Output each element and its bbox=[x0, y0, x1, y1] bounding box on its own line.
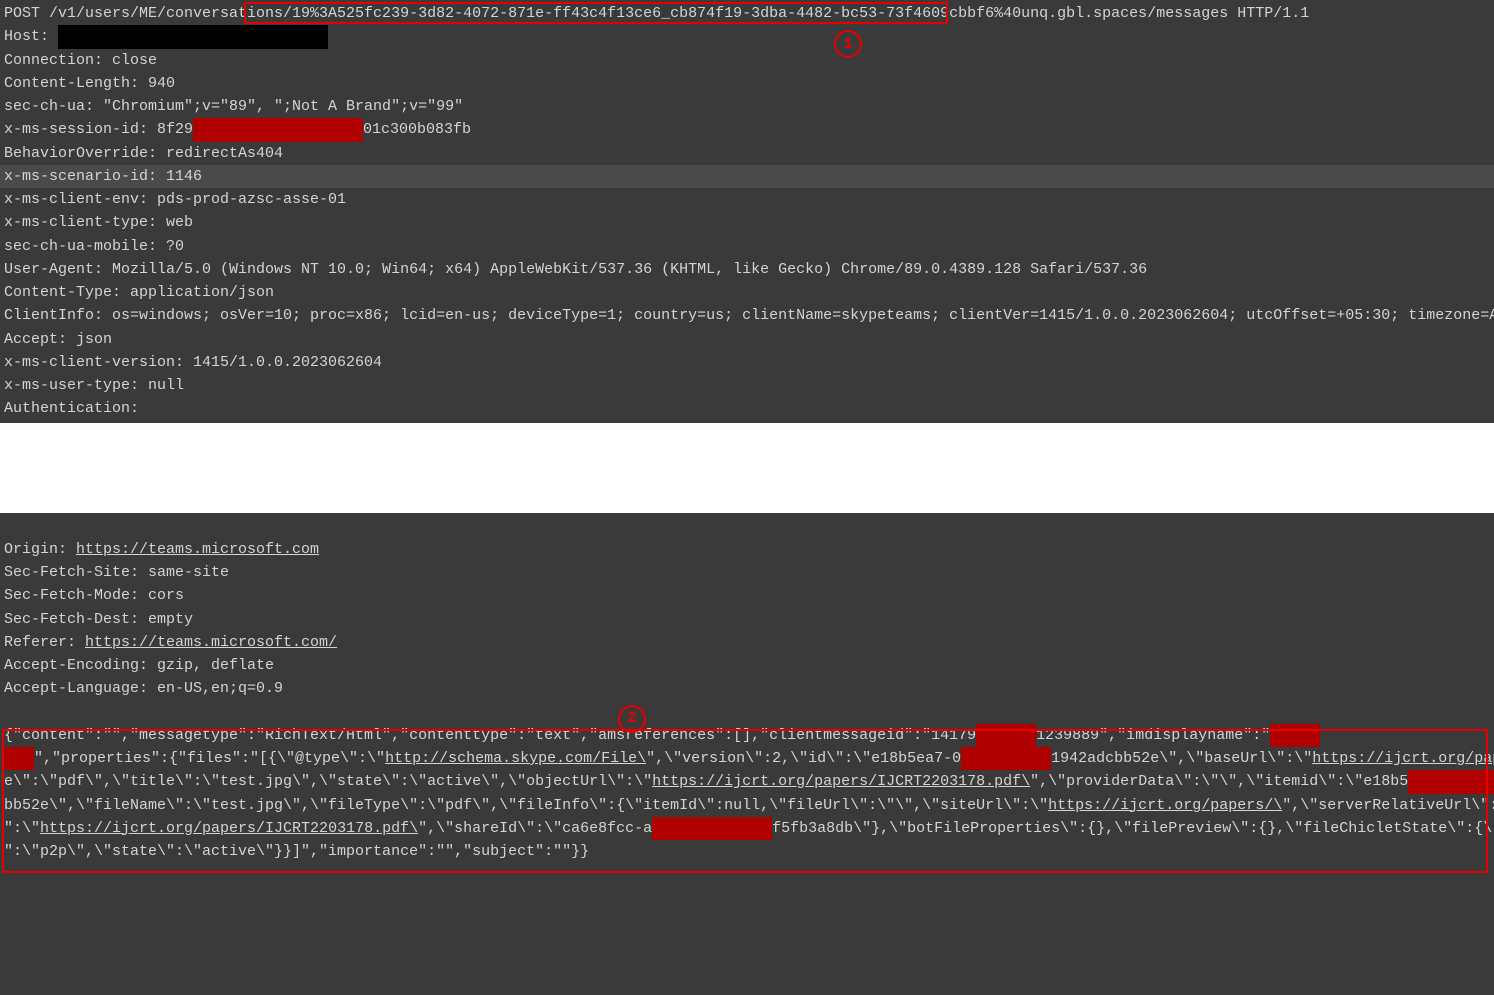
blank-line bbox=[0, 701, 1494, 724]
header-sec-fetch-dest: Sec-Fetch-Dest: empty bbox=[0, 608, 1494, 631]
header-user-agent: User-Agent: Mozilla/5.0 (Windows NT 10.0… bbox=[0, 258, 1494, 281]
header-referer: Referer: https://teams.microsoft.com/ bbox=[0, 631, 1494, 654]
header-accept-encoding: Accept-Encoding: gzip, deflate bbox=[0, 654, 1494, 677]
redacted-name1: S#### bbox=[1270, 724, 1320, 747]
body-line-1: {"content":"","messagetype":"RichText/Ht… bbox=[0, 724, 1494, 747]
header-sec-mobile: sec-ch-ua-mobile: ?0 bbox=[0, 235, 1494, 258]
redacted-session: ######## bbox=[193, 118, 363, 141]
header-content-type: Content-Type: application/json bbox=[0, 281, 1494, 304]
separator-gap bbox=[0, 423, 1494, 513]
redacted-id1: ######### bbox=[961, 747, 1051, 770]
body-line-6: ":\"p2p\",\"state\":\"active\"}}]","impo… bbox=[0, 840, 1494, 863]
header-client-info: ClientInfo: os=windows; osVer=10; proc=x… bbox=[0, 304, 1494, 327]
body-line-2: K##","properties":{"files":"[{\"@type\":… bbox=[0, 747, 1494, 770]
redacted-id2: ################ bbox=[1408, 770, 1494, 793]
header-sec-fetch-mode: Sec-Fetch-Mode: cors bbox=[0, 584, 1494, 607]
redacted-msgid: ####### bbox=[976, 724, 1036, 747]
header-user-type: x-ms-user-type: null bbox=[0, 374, 1494, 397]
header-accept-language: Accept-Language: en-US,en;q=0.9 bbox=[0, 677, 1494, 700]
header-origin: Origin: https://teams.microsoft.com bbox=[0, 538, 1494, 561]
header-connection: Connection: close bbox=[0, 49, 1494, 72]
header-accept: Accept: json bbox=[0, 328, 1494, 351]
request-line: POST /v1/users/ME/conversations/19%3A525… bbox=[0, 2, 1494, 25]
header-scenario-id: x-ms-scenario-id: 1146 bbox=[0, 165, 1494, 188]
header-sec-fetch-site: Sec-Fetch-Site: same-site bbox=[0, 561, 1494, 584]
redacted-host: ####ng.msg.teams.microsoft.com bbox=[58, 25, 328, 48]
annotation-marker-2: 2 bbox=[618, 705, 646, 733]
header-behavior-override: BehaviorOverride: redirectAs404 bbox=[0, 142, 1494, 165]
header-content-length: Content-Length: 940 bbox=[0, 72, 1494, 95]
annotation-marker-1: 1 bbox=[834, 30, 862, 58]
redacted-shareid: ########## bbox=[652, 817, 772, 840]
body-line-5: ":\"https://ijcrt.org/papers/IJCRT220317… bbox=[0, 817, 1494, 840]
body-line-3: e\":\"pdf\",\"title\":\"test.jpg\",\"sta… bbox=[0, 770, 1494, 793]
header-client-type: x-ms-client-type: web bbox=[0, 211, 1494, 234]
header-sec-ch-ua: sec-ch-ua: "Chromium";v="89", ";Not A Br… bbox=[0, 95, 1494, 118]
truncated-line bbox=[0, 515, 1494, 538]
redacted-name2: K## bbox=[4, 747, 34, 770]
header-client-version: x-ms-client-version: 1415/1.0.0.20230626… bbox=[0, 351, 1494, 374]
body-line-4: bb52e\",\"fileName\":\"test.jpg\",\"file… bbox=[0, 794, 1494, 817]
header-client-env: x-ms-client-env: pds-prod-azsc-asse-01 bbox=[0, 188, 1494, 211]
header-authentication: Authentication: bbox=[0, 397, 1494, 420]
header-host: Host: ####ng.msg.teams.microsoft.com bbox=[0, 25, 1494, 48]
header-session-id: x-ms-session-id: 8f29########01c300b083f… bbox=[0, 118, 1494, 141]
